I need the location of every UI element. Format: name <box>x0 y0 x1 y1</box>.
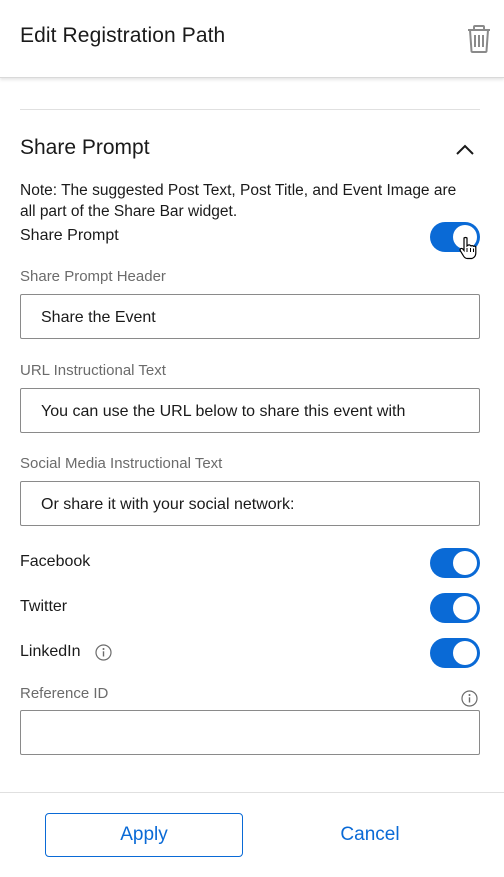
info-icon[interactable] <box>461 690 478 707</box>
share-prompt-header-label: Share Prompt Header <box>20 268 166 285</box>
trash-icon[interactable] <box>465 24 493 54</box>
toggle-knob <box>453 551 477 575</box>
toggle-knob <box>453 641 477 665</box>
linkedin-toggle[interactable] <box>430 638 480 668</box>
apply-button[interactable]: Apply <box>45 813 243 857</box>
info-icon[interactable] <box>95 644 112 661</box>
url-instructional-text-label: URL Instructional Text <box>20 362 166 379</box>
footer-divider <box>0 792 504 793</box>
reference-id-input[interactable] <box>20 710 480 755</box>
facebook-toggle-label: Facebook <box>20 553 91 570</box>
twitter-toggle-label: Twitter <box>20 598 68 615</box>
toggle-knob <box>453 225 477 249</box>
facebook-toggle[interactable] <box>430 548 480 578</box>
cancel-button[interactable]: Cancel <box>300 813 440 857</box>
section-divider <box>20 109 480 110</box>
twitter-toggle[interactable] <box>430 593 480 623</box>
chevron-up-icon[interactable] <box>453 141 477 159</box>
panel-header: Edit Registration Path <box>0 0 504 78</box>
panel-title: Edit Registration Path <box>20 24 226 47</box>
url-instructional-text-input[interactable]: You can use the URL below to share this … <box>20 388 480 433</box>
share-prompt-header-input[interactable]: Share the Event <box>20 294 480 339</box>
share-prompt-toggle[interactable] <box>430 222 480 252</box>
toggle-knob <box>453 596 477 620</box>
share-bar-note: Note: The suggested Post Text, Post Titl… <box>20 182 457 220</box>
social-media-instructional-text-input[interactable]: Or share it with your social network: <box>20 481 480 526</box>
social-media-instructional-text-label: Social Media Instructional Text <box>20 455 223 472</box>
share-prompt-toggle-label: Share Prompt <box>20 227 119 244</box>
section-title: Share Prompt <box>20 136 150 159</box>
reference-id-label: Reference ID <box>20 685 109 702</box>
linkedin-toggle-label: LinkedIn <box>20 643 81 660</box>
